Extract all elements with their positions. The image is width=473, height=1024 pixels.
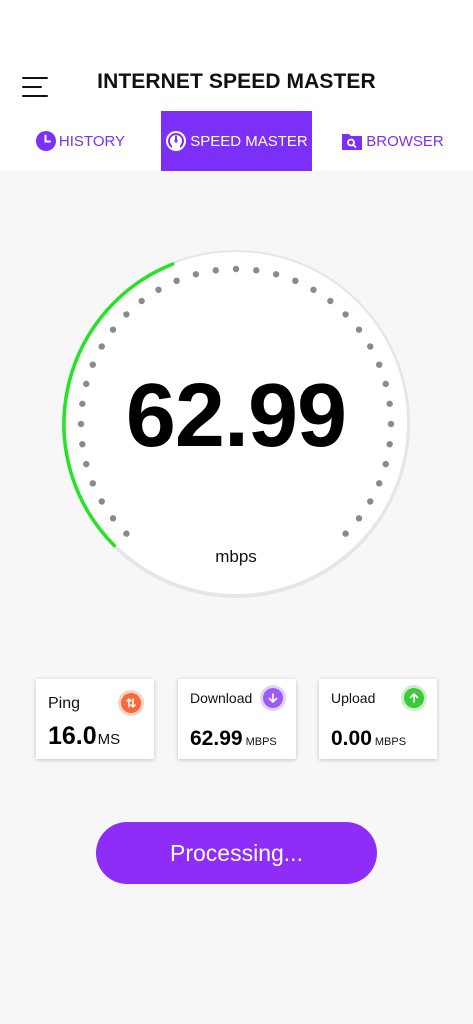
upload-label: Upload	[331, 690, 376, 706]
arrow-up-icon	[404, 688, 424, 708]
gauge-tick-dot	[232, 265, 240, 273]
download-number: 62.99	[190, 727, 243, 750]
speed-unit: mbps	[215, 547, 257, 566]
download-card: Download 62.99 MBPS	[178, 679, 296, 759]
upload-number: 0.00	[331, 727, 372, 750]
ping-label: Ping	[48, 695, 81, 712]
gauge-tick-dot	[123, 530, 130, 537]
arrow-down-icon	[263, 688, 283, 708]
gauge-tick-dot	[192, 271, 200, 278]
gauge-tick-dot	[98, 498, 105, 505]
top-bar: INTERNET SPEED MASTER HISTORY SPEED MAST…	[0, 0, 473, 171]
processing-button[interactable]: Processing...	[96, 822, 377, 884]
speedometer-icon	[165, 130, 187, 152]
tab-history[interactable]: HISTORY	[0, 111, 161, 171]
upload-card: Upload 0.00 MBPS	[319, 679, 437, 759]
gauge-tick-dot	[98, 343, 105, 350]
gauge-tick-dot	[367, 498, 374, 505]
upload-value: 0.00 MBPS	[331, 727, 406, 751]
tab-browser-label: BROWSER	[366, 132, 444, 150]
tab-speed-master-label: SPEED MASTER	[190, 132, 308, 150]
gauge-tick-dot	[212, 267, 219, 274]
download-unit: MBPS	[245, 736, 277, 748]
speed-value: 62.99	[125, 366, 347, 466]
gauge-tick-dot	[173, 277, 180, 284]
gauge-tick-dot	[342, 311, 349, 318]
tab-history-label: HISTORY	[58, 132, 126, 150]
gauge-tick-dot	[123, 311, 130, 318]
gauge-tick-dot	[272, 271, 280, 278]
gauge-tick-dot	[89, 480, 96, 487]
gauge-tick-dot	[342, 530, 349, 537]
gauge-tick-dot	[327, 297, 334, 305]
download-value: 62.99 MBPS	[190, 727, 277, 751]
gauge-tick-dot	[138, 297, 145, 305]
gauge-tick-dot	[109, 515, 117, 522]
ping-unit: MS	[97, 731, 121, 748]
gauge-tick-dot	[367, 343, 374, 350]
download-label: Download	[190, 690, 253, 706]
gauge-tick-dot	[253, 267, 260, 274]
upload-unit: MBPS	[374, 736, 407, 748]
folder-search-icon	[341, 131, 363, 151]
ping-number: 16.0	[48, 722, 97, 750]
gauge-tick-dot	[155, 286, 162, 293]
tab-browser[interactable]: BROWSER	[312, 111, 473, 171]
gauge-tick-dot	[109, 326, 117, 333]
clock-icon	[35, 131, 56, 151]
ping-value: 16.0MS	[48, 722, 120, 751]
gauge-tick-dot	[310, 286, 317, 293]
swap-arrows-icon	[121, 693, 141, 713]
app-title: INTERNET SPEED MASTER	[97, 70, 376, 93]
gauge-tick-dot	[376, 480, 383, 487]
gauge-tick-dot	[292, 277, 299, 284]
ping-card: Ping 16.0MS	[36, 679, 154, 759]
tab-bar: HISTORY SPEED MASTER BROWSER	[0, 111, 473, 171]
gauge-tick-dot	[355, 515, 363, 522]
tab-speed-master[interactable]: SPEED MASTER	[161, 111, 312, 171]
gauge-tick-dot	[355, 326, 363, 333]
